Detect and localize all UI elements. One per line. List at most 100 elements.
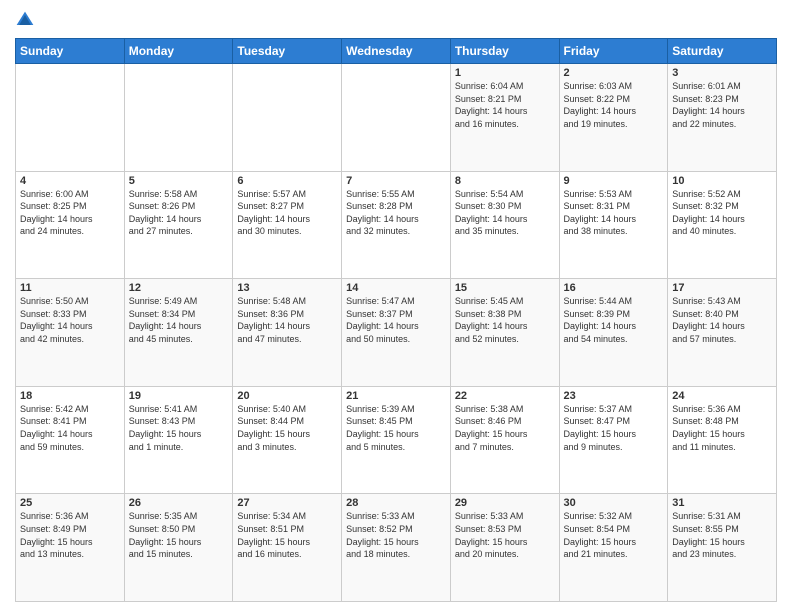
calendar-cell: 10Sunrise: 5:52 AM Sunset: 8:32 PM Dayli…: [668, 171, 777, 279]
calendar-cell: [124, 64, 233, 172]
calendar-cell: 9Sunrise: 5:53 AM Sunset: 8:31 PM Daylig…: [559, 171, 668, 279]
day-info: Sunrise: 5:43 AM Sunset: 8:40 PM Dayligh…: [672, 295, 772, 345]
day-number: 31: [672, 497, 772, 509]
weekday-row: SundayMondayTuesdayWednesdayThursdayFrid…: [16, 39, 777, 64]
day-info: Sunrise: 5:50 AM Sunset: 8:33 PM Dayligh…: [20, 295, 120, 345]
calendar-cell: 12Sunrise: 5:49 AM Sunset: 8:34 PM Dayli…: [124, 279, 233, 387]
weekday-header-saturday: Saturday: [668, 39, 777, 64]
weekday-header-sunday: Sunday: [16, 39, 125, 64]
calendar-table: SundayMondayTuesdayWednesdayThursdayFrid…: [15, 38, 777, 602]
calendar-cell: 26Sunrise: 5:35 AM Sunset: 8:50 PM Dayli…: [124, 494, 233, 602]
day-info: Sunrise: 5:38 AM Sunset: 8:46 PM Dayligh…: [455, 403, 555, 453]
day-info: Sunrise: 5:37 AM Sunset: 8:47 PM Dayligh…: [564, 403, 664, 453]
day-number: 23: [564, 390, 664, 402]
day-info: Sunrise: 6:03 AM Sunset: 8:22 PM Dayligh…: [564, 80, 664, 130]
day-info: Sunrise: 5:45 AM Sunset: 8:38 PM Dayligh…: [455, 295, 555, 345]
calendar-cell: 6Sunrise: 5:57 AM Sunset: 8:27 PM Daylig…: [233, 171, 342, 279]
day-number: 30: [564, 497, 664, 509]
day-number: 13: [237, 282, 337, 294]
day-info: Sunrise: 5:49 AM Sunset: 8:34 PM Dayligh…: [129, 295, 229, 345]
day-number: 17: [672, 282, 772, 294]
day-number: 24: [672, 390, 772, 402]
calendar-cell: 15Sunrise: 5:45 AM Sunset: 8:38 PM Dayli…: [450, 279, 559, 387]
day-number: 20: [237, 390, 337, 402]
calendar-cell: 23Sunrise: 5:37 AM Sunset: 8:47 PM Dayli…: [559, 386, 668, 494]
day-info: Sunrise: 5:54 AM Sunset: 8:30 PM Dayligh…: [455, 188, 555, 238]
day-info: Sunrise: 5:31 AM Sunset: 8:55 PM Dayligh…: [672, 510, 772, 560]
weekday-header-thursday: Thursday: [450, 39, 559, 64]
calendar-cell: 14Sunrise: 5:47 AM Sunset: 8:37 PM Dayli…: [342, 279, 451, 387]
calendar-cell: 7Sunrise: 5:55 AM Sunset: 8:28 PM Daylig…: [342, 171, 451, 279]
logo: [15, 10, 39, 30]
day-number: 21: [346, 390, 446, 402]
week-row-2: 4Sunrise: 6:00 AM Sunset: 8:25 PM Daylig…: [16, 171, 777, 279]
day-number: 7: [346, 175, 446, 187]
page: SundayMondayTuesdayWednesdayThursdayFrid…: [0, 0, 792, 612]
calendar-header: SundayMondayTuesdayWednesdayThursdayFrid…: [16, 39, 777, 64]
day-number: 8: [455, 175, 555, 187]
day-info: Sunrise: 6:04 AM Sunset: 8:21 PM Dayligh…: [455, 80, 555, 130]
calendar-cell: 25Sunrise: 5:36 AM Sunset: 8:49 PM Dayli…: [16, 494, 125, 602]
day-info: Sunrise: 5:55 AM Sunset: 8:28 PM Dayligh…: [346, 188, 446, 238]
calendar-cell: 1Sunrise: 6:04 AM Sunset: 8:21 PM Daylig…: [450, 64, 559, 172]
day-number: 1: [455, 67, 555, 79]
weekday-header-monday: Monday: [124, 39, 233, 64]
day-info: Sunrise: 5:57 AM Sunset: 8:27 PM Dayligh…: [237, 188, 337, 238]
day-info: Sunrise: 5:35 AM Sunset: 8:50 PM Dayligh…: [129, 510, 229, 560]
calendar-cell: 16Sunrise: 5:44 AM Sunset: 8:39 PM Dayli…: [559, 279, 668, 387]
calendar-cell: 4Sunrise: 6:00 AM Sunset: 8:25 PM Daylig…: [16, 171, 125, 279]
day-info: Sunrise: 5:32 AM Sunset: 8:54 PM Dayligh…: [564, 510, 664, 560]
calendar-cell: 22Sunrise: 5:38 AM Sunset: 8:46 PM Dayli…: [450, 386, 559, 494]
calendar-cell: 27Sunrise: 5:34 AM Sunset: 8:51 PM Dayli…: [233, 494, 342, 602]
day-info: Sunrise: 5:44 AM Sunset: 8:39 PM Dayligh…: [564, 295, 664, 345]
weekday-header-friday: Friday: [559, 39, 668, 64]
header: [15, 10, 777, 30]
calendar-cell: [233, 64, 342, 172]
day-number: 12: [129, 282, 229, 294]
calendar-cell: 18Sunrise: 5:42 AM Sunset: 8:41 PM Dayli…: [16, 386, 125, 494]
logo-icon: [15, 10, 35, 30]
day-number: 28: [346, 497, 446, 509]
day-number: 6: [237, 175, 337, 187]
day-number: 15: [455, 282, 555, 294]
day-number: 5: [129, 175, 229, 187]
calendar-body: 1Sunrise: 6:04 AM Sunset: 8:21 PM Daylig…: [16, 64, 777, 602]
day-info: Sunrise: 5:39 AM Sunset: 8:45 PM Dayligh…: [346, 403, 446, 453]
calendar-cell: 13Sunrise: 5:48 AM Sunset: 8:36 PM Dayli…: [233, 279, 342, 387]
weekday-header-tuesday: Tuesday: [233, 39, 342, 64]
day-info: Sunrise: 5:33 AM Sunset: 8:52 PM Dayligh…: [346, 510, 446, 560]
calendar-cell: 5Sunrise: 5:58 AM Sunset: 8:26 PM Daylig…: [124, 171, 233, 279]
week-row-4: 18Sunrise: 5:42 AM Sunset: 8:41 PM Dayli…: [16, 386, 777, 494]
week-row-3: 11Sunrise: 5:50 AM Sunset: 8:33 PM Dayli…: [16, 279, 777, 387]
day-info: Sunrise: 5:41 AM Sunset: 8:43 PM Dayligh…: [129, 403, 229, 453]
day-number: 14: [346, 282, 446, 294]
calendar-cell: 30Sunrise: 5:32 AM Sunset: 8:54 PM Dayli…: [559, 494, 668, 602]
day-info: Sunrise: 5:36 AM Sunset: 8:48 PM Dayligh…: [672, 403, 772, 453]
calendar-cell: 21Sunrise: 5:39 AM Sunset: 8:45 PM Dayli…: [342, 386, 451, 494]
day-number: 22: [455, 390, 555, 402]
calendar-cell: 11Sunrise: 5:50 AM Sunset: 8:33 PM Dayli…: [16, 279, 125, 387]
calendar-cell: 17Sunrise: 5:43 AM Sunset: 8:40 PM Dayli…: [668, 279, 777, 387]
day-info: Sunrise: 5:53 AM Sunset: 8:31 PM Dayligh…: [564, 188, 664, 238]
day-info: Sunrise: 6:00 AM Sunset: 8:25 PM Dayligh…: [20, 188, 120, 238]
day-number: 18: [20, 390, 120, 402]
calendar-cell: 3Sunrise: 6:01 AM Sunset: 8:23 PM Daylig…: [668, 64, 777, 172]
day-number: 26: [129, 497, 229, 509]
week-row-1: 1Sunrise: 6:04 AM Sunset: 8:21 PM Daylig…: [16, 64, 777, 172]
calendar-cell: 2Sunrise: 6:03 AM Sunset: 8:22 PM Daylig…: [559, 64, 668, 172]
day-number: 29: [455, 497, 555, 509]
day-number: 19: [129, 390, 229, 402]
day-number: 4: [20, 175, 120, 187]
day-info: Sunrise: 5:40 AM Sunset: 8:44 PM Dayligh…: [237, 403, 337, 453]
day-number: 3: [672, 67, 772, 79]
calendar-cell: [342, 64, 451, 172]
day-number: 11: [20, 282, 120, 294]
day-info: Sunrise: 5:47 AM Sunset: 8:37 PM Dayligh…: [346, 295, 446, 345]
day-number: 16: [564, 282, 664, 294]
calendar-cell: 8Sunrise: 5:54 AM Sunset: 8:30 PM Daylig…: [450, 171, 559, 279]
day-number: 9: [564, 175, 664, 187]
day-info: Sunrise: 5:42 AM Sunset: 8:41 PM Dayligh…: [20, 403, 120, 453]
day-info: Sunrise: 5:36 AM Sunset: 8:49 PM Dayligh…: [20, 510, 120, 560]
day-info: Sunrise: 5:58 AM Sunset: 8:26 PM Dayligh…: [129, 188, 229, 238]
day-number: 2: [564, 67, 664, 79]
